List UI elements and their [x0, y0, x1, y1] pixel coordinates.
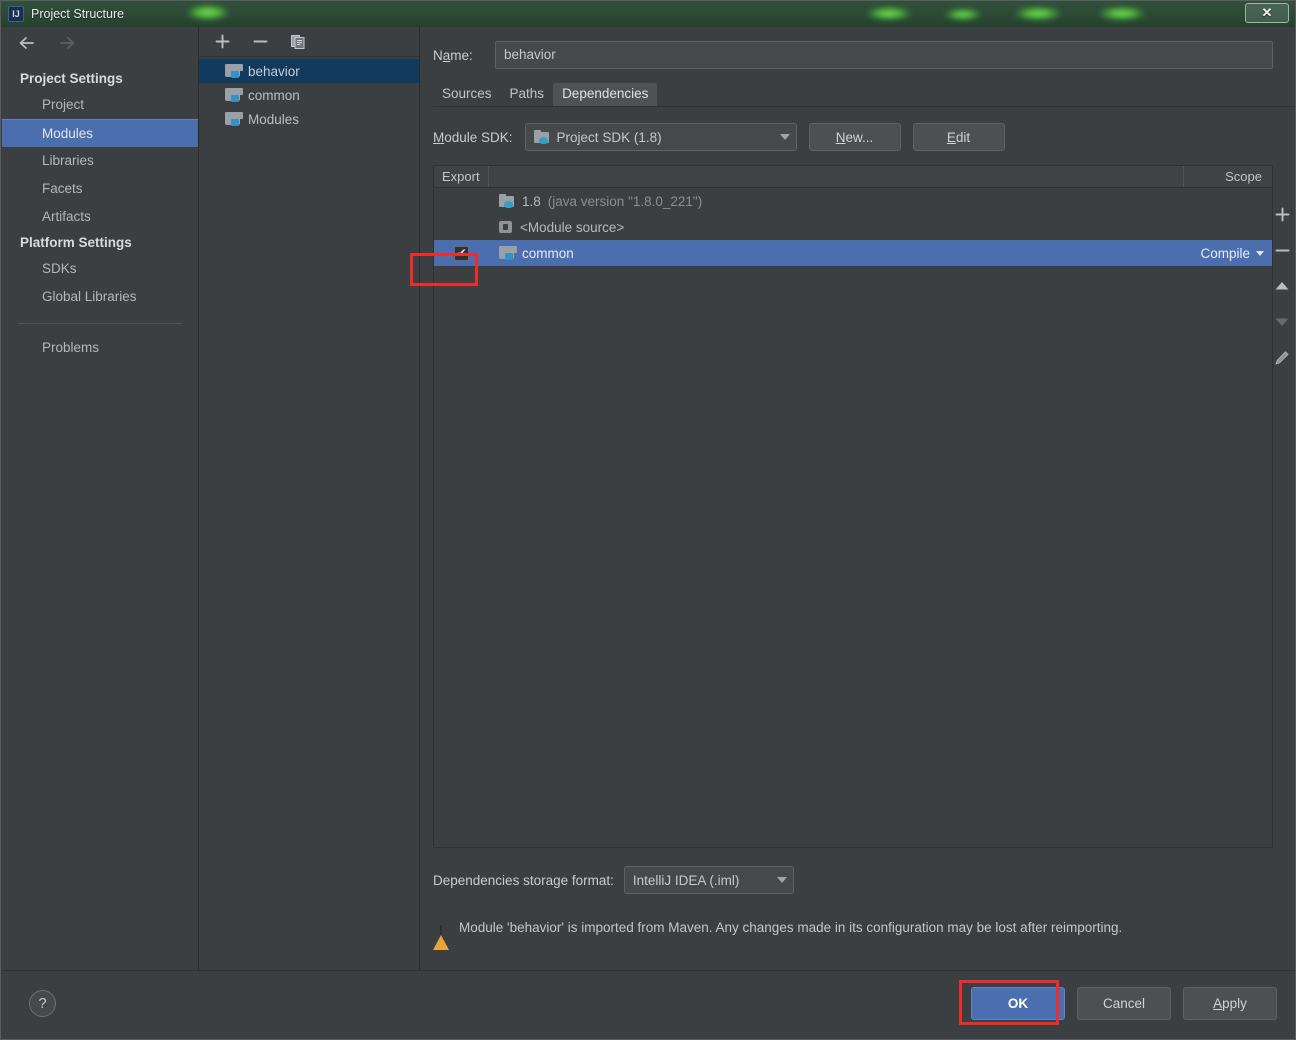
dependency-name-cell: 1.8 (java version "1.8.0_221") [489, 194, 1176, 209]
plus-icon[interactable] [211, 31, 233, 53]
column-header-name[interactable] [489, 166, 1184, 187]
sidebar-item-global-libraries[interactable]: Global Libraries [2, 283, 198, 311]
module-source-icon [499, 220, 513, 234]
module-sdk-dropdown[interactable]: Project SDK (1.8) [524, 123, 797, 151]
sidebar-item-libraries[interactable]: Libraries [2, 147, 198, 175]
window-title: Project Structure [31, 7, 125, 21]
sidebar-item-modules[interactable]: Modules [2, 119, 198, 147]
module-tree-list: behavior common Modules [199, 57, 419, 131]
dialog-action-buttons: OK Cancel Apply [971, 987, 1277, 1020]
minus-icon[interactable] [1271, 239, 1293, 261]
arrow-down-icon [1271, 311, 1293, 333]
tree-item-behavior[interactable]: behavior [199, 59, 419, 83]
sidebar-item-problems[interactable]: Problems [2, 334, 198, 362]
sidebar-group-platform-settings: Platform Settings [20, 235, 132, 250]
module-editor-panel: Name: behavior Sources Paths Dependencie… [421, 27, 1295, 972]
tree-item-common[interactable]: common [199, 83, 419, 107]
edit-sdk-button[interactable]: Edit [912, 123, 1005, 151]
tree-item-modules[interactable]: Modules [199, 107, 419, 131]
close-icon[interactable]: ✕ [1245, 3, 1289, 23]
titlebar-glow-overlay [1, 1, 1295, 27]
dependencies-side-toolbar [1269, 203, 1295, 369]
apply-button[interactable]: Apply [1183, 987, 1277, 1020]
ok-button[interactable]: OK [971, 987, 1065, 1020]
sidebar-item-sdks[interactable]: SDKs [2, 255, 198, 283]
arrow-up-icon[interactable] [1271, 275, 1293, 297]
export-checkbox[interactable]: ✔ [454, 245, 469, 261]
storage-format-dropdown[interactable]: IntelliJ IDEA (.iml) [623, 866, 794, 894]
cancel-button[interactable]: Cancel [1077, 987, 1171, 1020]
dependencies-storage-row: Dependencies storage format: IntelliJ ID… [433, 866, 1295, 894]
table-row[interactable]: 1.8 (java version "1.8.0_221") [434, 188, 1272, 214]
new-sdk-button[interactable]: New... [808, 123, 901, 151]
dependency-scope-value: Compile [1200, 245, 1250, 261]
tree-item-label: common [248, 87, 300, 103]
column-header-export[interactable]: Export [434, 166, 489, 187]
module-name-input[interactable]: behavior [495, 41, 1273, 69]
module-folder-icon [499, 246, 517, 260]
settings-sidebar: Project Settings Project Modules Librari… [2, 27, 199, 972]
warning-triangle-icon [433, 920, 450, 950]
edit-pencil-icon[interactable] [1271, 347, 1293, 369]
sdk-folder-icon [499, 194, 515, 208]
plus-icon[interactable] [1271, 203, 1293, 225]
editor-tabs: Sources Paths Dependencies [433, 83, 1295, 107]
module-tree-toolbar [199, 27, 419, 57]
tab-paths[interactable]: Paths [501, 83, 554, 106]
tab-dependencies[interactable]: Dependencies [553, 83, 658, 106]
module-sdk-value: Project SDK (1.8) [556, 129, 662, 145]
sidebar-divider [18, 323, 182, 324]
back-arrow-icon[interactable] [16, 32, 38, 54]
forward-arrow-icon [56, 32, 78, 54]
help-icon[interactable]: ? [29, 990, 56, 1017]
dependency-name-cell: <Module source> [489, 220, 1176, 235]
module-folder-icon [225, 64, 243, 78]
module-sdk-label: Module SDK: [433, 129, 513, 145]
storage-format-label: Dependencies storage format: [433, 872, 614, 888]
table-row[interactable]: ✔ common Compile [434, 240, 1272, 266]
tree-item-label: behavior [248, 63, 300, 79]
copy-icon[interactable] [287, 31, 309, 53]
module-name-row: Name: behavior [421, 27, 1295, 69]
dependency-label: <Module source> [520, 219, 625, 235]
sidebar-item-artifacts[interactable]: Artifacts [2, 203, 198, 231]
maven-warning-message: Module 'behavior' is imported from Maven… [433, 920, 1295, 950]
module-name-label: Name: [433, 47, 473, 63]
tree-item-label: Modules [248, 111, 300, 127]
warning-text: Module 'behavior' is imported from Maven… [459, 920, 1123, 935]
table-row[interactable]: <Module source> [434, 214, 1272, 240]
dependency-scope-dropdown[interactable]: Compile [1176, 246, 1272, 261]
module-sdk-row: Module SDK: Project SDK (1.8) New... Edi… [421, 107, 1295, 151]
column-header-scope[interactable]: Scope [1184, 166, 1272, 187]
dependency-name-cell: common [489, 246, 1176, 261]
storage-format-value: IntelliJ IDEA (.iml) [632, 872, 740, 888]
intellij-idea-icon: IJ [8, 6, 24, 22]
dependency-label: 1.8 [522, 193, 541, 209]
sdk-folder-icon [533, 130, 550, 144]
dependencies-table-header: Export Scope [434, 166, 1272, 188]
sidebar-item-project[interactable]: Project [2, 91, 198, 119]
sidebar-item-facets[interactable]: Facets [2, 175, 198, 203]
dialog-footer: ? OK Cancel Apply [2, 970, 1295, 1038]
navigation-arrows [2, 27, 198, 59]
dependency-sublabel: (java version "1.8.0_221") [547, 193, 703, 209]
chevron-down-icon [779, 134, 790, 140]
dependency-label: common [522, 245, 574, 261]
minus-icon[interactable] [249, 31, 271, 53]
tab-sources[interactable]: Sources [433, 83, 501, 106]
settings-nav-list: Project Settings Project Modules Librari… [2, 59, 198, 362]
module-folder-icon [225, 88, 243, 102]
dependencies-table: Export Scope 1.8 (java version "1.8.0_22… [433, 165, 1273, 848]
export-checkbox-cell: ✔ [434, 245, 489, 261]
title-bar: IJ Project Structure ✕ [1, 1, 1295, 27]
module-tree-panel: behavior common Modules [199, 27, 420, 972]
chevron-down-icon [1256, 250, 1264, 256]
sidebar-group-project-settings: Project Settings [20, 71, 123, 86]
chevron-down-icon [776, 877, 787, 883]
module-folder-icon [225, 112, 243, 126]
project-structure-dialog: IJ Project Structure ✕ Project Settings … [0, 0, 1296, 1040]
